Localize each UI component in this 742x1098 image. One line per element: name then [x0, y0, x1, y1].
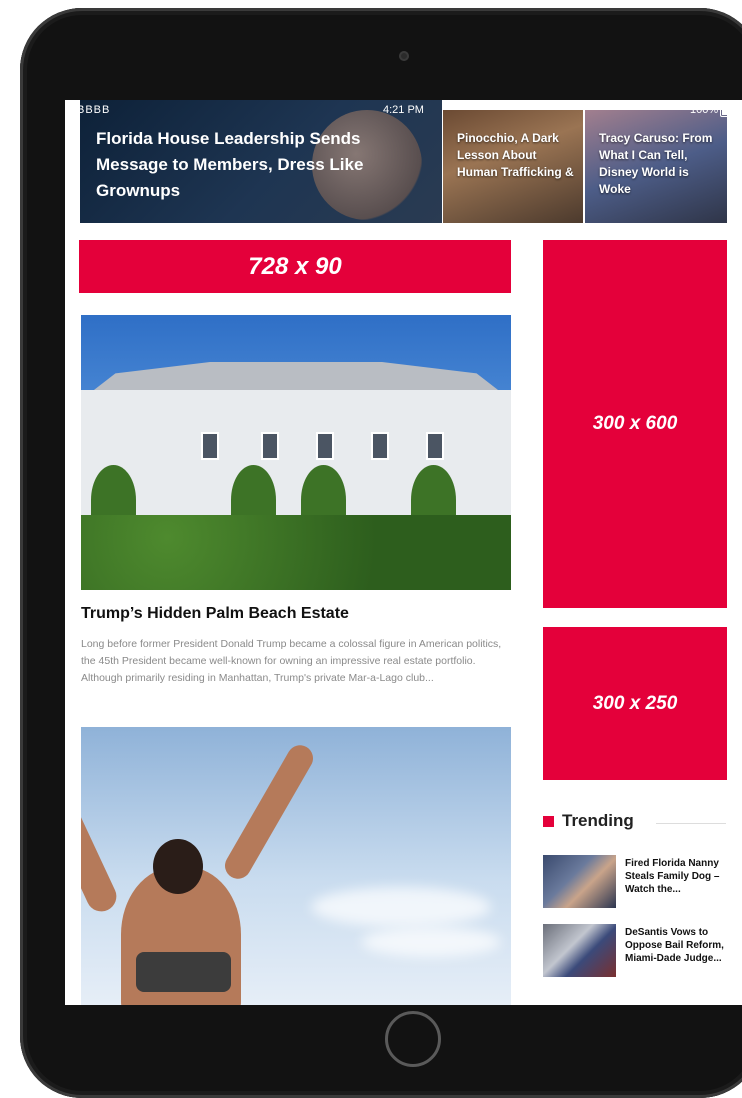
trending-title[interactable]: DeSantis Vows to Oppose Bail Reform, Mia…: [625, 926, 729, 965]
house-window: [371, 432, 389, 460]
trending-divider: [656, 823, 726, 824]
battery-percent: 100%: [690, 104, 719, 116]
trending-thumb[interactable]: [543, 855, 616, 908]
front-camera: [399, 51, 409, 61]
woman-arm: [220, 740, 318, 884]
ad-skyscraper[interactable]: 300 x 600: [543, 240, 727, 608]
house-window: [261, 432, 279, 460]
woman-arm: [81, 767, 122, 917]
trending-marker-icon: [543, 816, 554, 827]
hero-title[interactable]: Florida House Leadership Sends Message t…: [96, 126, 426, 204]
battery-icon: [720, 106, 742, 117]
carrier-label: BBBB: [77, 104, 111, 116]
house-window: [426, 432, 444, 460]
article-image-fitness[interactable]: [81, 727, 511, 1005]
hedge: [81, 515, 511, 590]
home-button[interactable]: [385, 1011, 441, 1067]
house-window: [201, 432, 219, 460]
story-thumb-disney[interactable]: Tracy Caruso: From What I Can Tell, Disn…: [585, 110, 727, 223]
house-window: [316, 432, 334, 460]
trending-title[interactable]: Fired Florida Nanny Steals Family Dog – …: [625, 857, 729, 896]
status-bar: BBBB 4:21 PM 100%: [65, 100, 742, 120]
thumb-title[interactable]: Tracy Caruso: From What I Can Tell, Disn…: [599, 130, 719, 198]
trending-header: Trending: [543, 808, 727, 836]
tablet-device: BBBB 4:21 PM 100% Florida House Leadersh…: [20, 8, 742, 1098]
tablet-screen: BBBB 4:21 PM 100% Florida House Leadersh…: [65, 100, 742, 1005]
ad-leaderboard[interactable]: 728 x 90: [79, 240, 511, 293]
thumb-title[interactable]: Pinocchio, A Dark Lesson About Human Tra…: [457, 130, 577, 181]
article-excerpt: Long before former President Donald Trum…: [81, 638, 502, 684]
cloud: [311, 887, 491, 927]
trending-item[interactable]: Fired Florida Nanny Steals Family Dog – …: [543, 855, 727, 913]
ad-rectangle[interactable]: 300 x 250: [543, 627, 727, 780]
story-thumb-pinocchio[interactable]: Pinocchio, A Dark Lesson About Human Tra…: [443, 110, 583, 223]
clock: 4:21 PM: [383, 104, 424, 116]
sports-top: [136, 952, 231, 992]
trending-item[interactable]: DeSantis Vows to Oppose Bail Reform, Mia…: [543, 924, 727, 982]
woman-head: [153, 839, 203, 894]
cloud: [361, 927, 501, 957]
article-title[interactable]: Trump’s Hidden Palm Beach Estate: [81, 605, 511, 623]
trending-label: Trending: [562, 811, 634, 830]
article-image-estate[interactable]: [81, 315, 511, 590]
trending-thumb[interactable]: [543, 924, 616, 977]
